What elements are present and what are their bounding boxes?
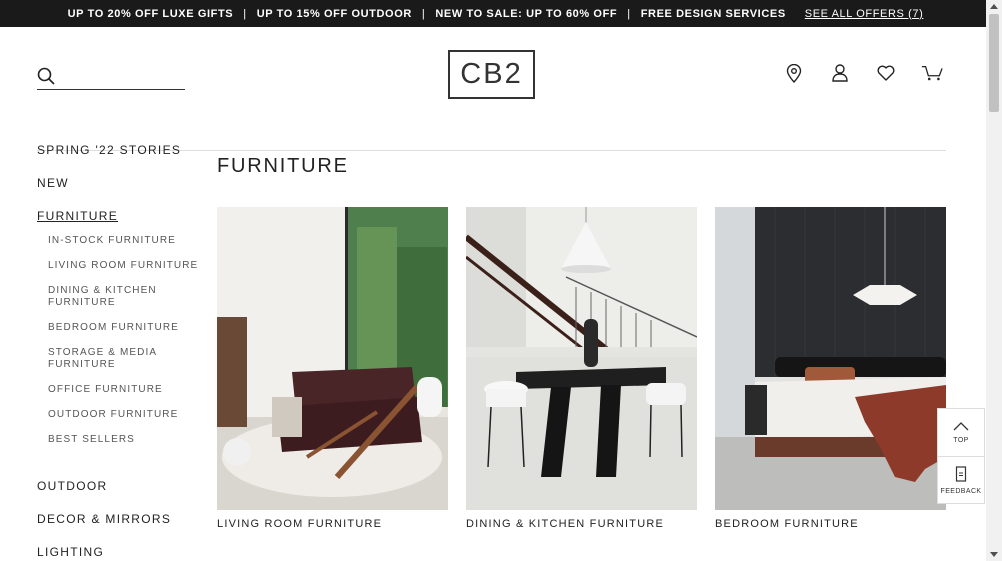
sidebar-sub-best-sellers[interactable]: BEST SELLERS bbox=[48, 434, 207, 446]
chevron-up-icon bbox=[953, 421, 969, 433]
header-icon-group bbox=[783, 62, 943, 84]
location-icon[interactable] bbox=[783, 62, 805, 84]
see-all-offers-link[interactable]: SEE ALL OFFERS (7) bbox=[805, 8, 924, 20]
category-card-living-room[interactable]: LIVING ROOM FURNITURE bbox=[217, 207, 448, 530]
category-card-dining-kitchen[interactable]: DINING & KITCHEN FURNITURE bbox=[466, 207, 697, 530]
card-label-bedroom[interactable]: BEDROOM FURNITURE bbox=[715, 518, 859, 530]
living-room-image[interactable] bbox=[217, 207, 448, 510]
account-icon[interactable] bbox=[829, 62, 851, 84]
scroll-thumb[interactable] bbox=[989, 14, 999, 112]
scroll-down-arrow-icon[interactable] bbox=[990, 552, 998, 557]
sidebar-sub-outdoor-furniture[interactable]: OUTDOOR FURNITURE bbox=[48, 409, 207, 421]
promo-outdoor[interactable]: UP TO 15% OFF OUTDOOR bbox=[257, 8, 412, 20]
feedback-icon bbox=[955, 465, 967, 484]
scroll-up-arrow-icon[interactable] bbox=[990, 4, 998, 9]
sidebar-sub-dining-kitchen[interactable]: DINING & KITCHEN FURNITURE bbox=[48, 285, 207, 309]
search-bar[interactable] bbox=[37, 65, 185, 90]
cart-icon[interactable] bbox=[921, 62, 943, 84]
promo-separator: | bbox=[243, 7, 247, 20]
promo-new-to-sale[interactable]: NEW TO SALE: UP TO 60% OFF bbox=[435, 8, 617, 20]
promo-design-services[interactable]: FREE DESIGN SERVICES bbox=[641, 8, 786, 20]
card-label-dining-kitchen[interactable]: DINING & KITCHEN FURNITURE bbox=[466, 518, 664, 530]
sidebar-sub-dining-line1: DINING & KITCHEN bbox=[48, 285, 157, 296]
promo-luxe-gifts[interactable]: UP TO 20% OFF LUXE GIFTS bbox=[68, 8, 234, 20]
sidebar-item-spring-stories[interactable]: SPRING '22 STORIES bbox=[37, 143, 207, 157]
feedback-button[interactable]: FEEDBACK bbox=[938, 456, 984, 503]
back-to-top-button[interactable]: TOP bbox=[938, 409, 984, 456]
sidebar-item-new[interactable]: NEW bbox=[37, 176, 207, 190]
sidebar-item-lighting[interactable]: LIGHTING bbox=[37, 545, 207, 559]
back-to-top-label: TOP bbox=[953, 437, 969, 444]
sidebar-sub-dining-line2: FURNITURE bbox=[48, 297, 116, 308]
promo-separator: | bbox=[627, 7, 631, 20]
category-card-bedroom[interactable]: BEDROOM FURNITURE bbox=[715, 207, 946, 530]
category-sidebar: SPRING '22 STORIES NEW FURNITURE IN-STOC… bbox=[37, 143, 207, 559]
sidebar-sub-storage-line2: FURNITURE bbox=[48, 359, 116, 370]
sidebar-item-outdoor[interactable]: OUTDOOR bbox=[37, 479, 207, 493]
sidebar-sub-storage-line1: STORAGE & MEDIA bbox=[48, 347, 158, 358]
card-label-living-room[interactable]: LIVING ROOM FURNITURE bbox=[217, 518, 382, 530]
sidebar-sub-storage-media[interactable]: STORAGE & MEDIA FURNITURE bbox=[48, 347, 207, 371]
page-title: FURNITURE bbox=[217, 155, 349, 177]
page-scrollbar[interactable] bbox=[986, 0, 1002, 561]
search-input[interactable] bbox=[61, 65, 181, 87]
dining-kitchen-image[interactable] bbox=[466, 207, 697, 510]
bedroom-image[interactable] bbox=[715, 207, 946, 510]
sidebar-item-furniture[interactable]: FURNITURE bbox=[37, 209, 207, 223]
feedback-label: FEEDBACK bbox=[940, 487, 982, 495]
sidebar-sub-living-room[interactable]: LIVING ROOM FURNITURE bbox=[48, 260, 207, 272]
sidebar-sub-bedroom[interactable]: BEDROOM FURNITURE bbox=[48, 322, 207, 334]
promo-bar: UP TO 20% OFF LUXE GIFTS | UP TO 15% OFF… bbox=[0, 0, 986, 27]
sidebar-sub-office[interactable]: OFFICE FURNITURE bbox=[48, 384, 207, 396]
floating-action-panel: TOP FEEDBACK bbox=[937, 408, 985, 504]
sidebar-sub-in-stock[interactable]: IN-STOCK FURNITURE bbox=[48, 235, 207, 247]
cb2-logo[interactable]: CB2 bbox=[448, 50, 535, 99]
search-icon[interactable] bbox=[37, 67, 55, 90]
wishlist-heart-icon[interactable] bbox=[875, 62, 897, 84]
promo-separator: | bbox=[421, 7, 426, 20]
site-header: CB2 bbox=[0, 27, 986, 151]
sidebar-item-decor-mirrors[interactable]: DECOR & MIRRORS bbox=[37, 512, 207, 526]
